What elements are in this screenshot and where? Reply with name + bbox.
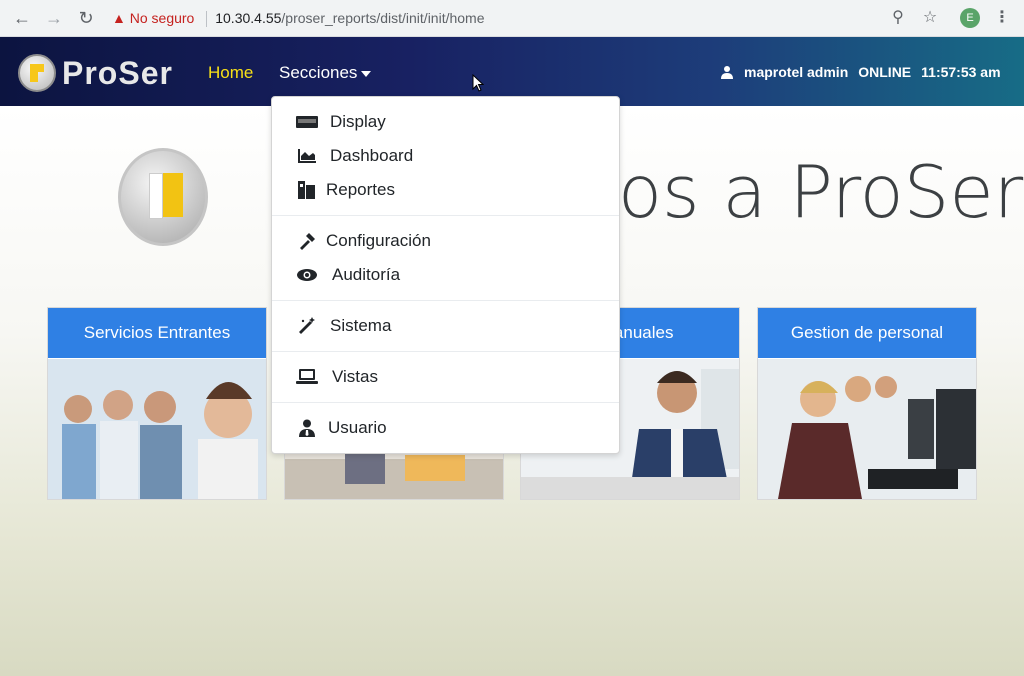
online-status: ONLINE — [858, 64, 912, 80]
display-icon — [296, 113, 318, 131]
welcome-heading: os a ProSer — [618, 150, 1024, 234]
menu-item-label: Dashboard — [330, 146, 414, 165]
clock-time: 11:57:53 am — [921, 64, 1001, 80]
url-path: /proser_reports/dist/init/init/home — [281, 10, 485, 26]
user-tie-icon — [296, 419, 318, 437]
user-icon — [721, 66, 733, 79]
url-host: 10.30.4.55 — [215, 10, 282, 26]
menu-item-reportes[interactable]: Reportes — [272, 175, 619, 205]
menu-item-label: Configuración — [326, 231, 431, 250]
card-servicios-entrantes[interactable]: Servicios Entrantes — [47, 307, 267, 500]
browser-toolbar: ← → ↻ ▲ No seguro 10.30.4.55/proser_repo… — [0, 0, 1024, 37]
team-photo — [758, 359, 976, 499]
menu-divider — [272, 215, 619, 216]
user-status: maprotel admin ONLINE 11:57:53 am — [720, 64, 1001, 80]
menu-divider — [272, 351, 619, 352]
forward-icon[interactable]: → — [44, 8, 64, 28]
menu-item-dashboard[interactable]: Dashboard — [272, 141, 619, 171]
chart-area-icon — [296, 147, 318, 165]
wrench-icon — [296, 232, 318, 250]
menu-item-configuracion[interactable]: Configuración — [272, 226, 619, 256]
brand-logo[interactable]: ProSer — [18, 53, 173, 93]
brand-name: ProSer — [62, 54, 173, 91]
menu-item-display[interactable]: Display — [272, 107, 619, 137]
nav-home-link[interactable]: Home — [208, 63, 253, 83]
back-icon[interactable]: ← — [12, 8, 32, 28]
warning-icon[interactable]: ▲ — [112, 10, 126, 26]
user-name: maprotel admin — [744, 64, 849, 80]
menu-item-sistema[interactable]: Sistema — [272, 311, 619, 341]
magic-wand-icon — [296, 317, 318, 335]
address-divider — [206, 11, 208, 28]
profile-avatar[interactable]: E — [960, 8, 980, 28]
logo-block — [163, 173, 183, 217]
nav-secciones-label: Secciones — [279, 63, 358, 82]
menu-item-label: Reportes — [326, 180, 395, 199]
caret-down-icon — [361, 70, 372, 77]
key-icon[interactable]: ⚲ — [888, 8, 908, 28]
secciones-dropdown-menu: Display Dashboard Reportes Configuración… — [271, 96, 620, 454]
reports-icon — [296, 181, 318, 199]
card-gestion-de-personal[interactable]: Gestion de personal — [757, 307, 977, 500]
address-bar[interactable]: ▲ No seguro 10.30.4.55/proser_reports/di… — [112, 5, 942, 31]
menu-item-usuario[interactable]: Usuario — [272, 413, 619, 443]
menu-item-label: Usuario — [328, 418, 387, 437]
proser-big-logo-icon — [118, 148, 208, 246]
menu-item-auditoria[interactable]: Auditoría — [272, 260, 619, 290]
menu-item-label: Sistema — [330, 316, 392, 335]
call-center-photo — [48, 359, 266, 499]
menu-item-vistas[interactable]: Vistas — [272, 362, 619, 392]
card-title: Servicios Entrantes — [48, 308, 266, 358]
menu-item-label: Auditoría — [332, 265, 401, 284]
menu-item-label: Vistas — [332, 367, 378, 386]
menu-item-label: Display — [330, 112, 386, 131]
menu-divider — [272, 402, 619, 403]
menu-divider — [272, 300, 619, 301]
security-label[interactable]: No seguro — [130, 10, 195, 26]
menu-dots-icon[interactable]: ⋮ — [992, 8, 1012, 28]
star-icon[interactable]: ☆ — [920, 8, 940, 28]
eye-icon — [296, 266, 318, 284]
logo-block — [149, 173, 163, 219]
proser-logo-icon — [18, 54, 56, 92]
mouse-cursor-icon — [472, 74, 484, 92]
laptop-icon — [296, 368, 318, 386]
nav-secciones-dropdown[interactable]: Secciones — [279, 63, 372, 83]
reload-icon[interactable]: ↻ — [76, 8, 96, 28]
card-title: Gestion de personal — [758, 308, 976, 358]
